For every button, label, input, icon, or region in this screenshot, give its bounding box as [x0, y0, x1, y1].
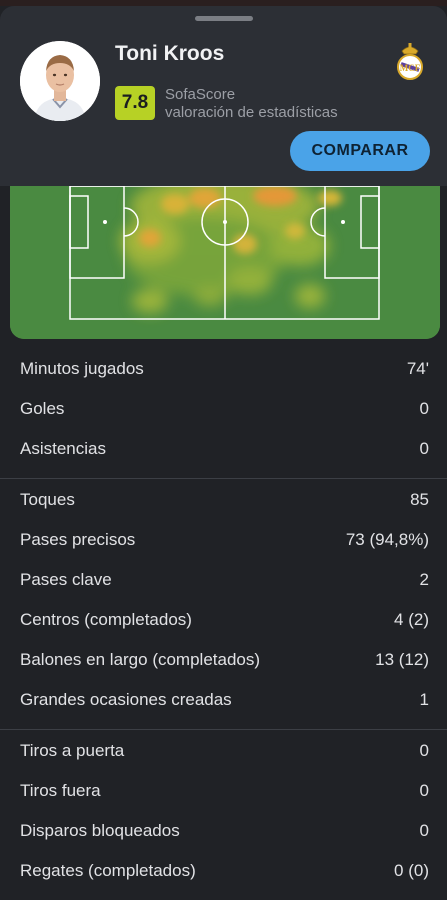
stats-group-passing: Toques 85 Pases precisos 73 (94,8%) Pase…: [0, 479, 447, 730]
stats-group-general: Minutos jugados 74' Goles 0 Asistencias …: [0, 349, 447, 479]
stat-value: 0: [419, 781, 429, 800]
stat-value: 0: [419, 741, 429, 760]
stat-value: 0 (0): [394, 861, 429, 880]
stat-label: Pases precisos: [20, 530, 136, 549]
rating-badge: 7.8: [115, 86, 155, 120]
rating-source: SofaScore valoración de estadísticas: [165, 86, 338, 122]
stat-label: Pases clave: [20, 570, 112, 589]
stat-row-big-chances-created: Grandes ocasiones creadas 1: [0, 680, 447, 720]
stat-value: 0: [419, 821, 429, 840]
stat-value: 0: [419, 439, 429, 458]
stat-value: 73 (94,8%): [345, 530, 429, 549]
stat-row-accurate-passes: Pases precisos 73 (94,8%): [0, 520, 447, 560]
stat-label: Toques: [20, 490, 75, 509]
stat-value: 85: [410, 490, 429, 509]
player-header: Toni Kroos MCF 7.8 SofaScore valoración …: [0, 6, 447, 186]
stats-list: Minutos jugados 74' Goles 0 Asistencias …: [0, 349, 447, 891]
stat-row-minutes: Minutos jugados 74': [0, 349, 447, 389]
stat-row-key-passes: Pases clave 2: [0, 560, 447, 600]
stat-label: Disparos bloqueados: [20, 821, 180, 840]
stat-value: 74': [406, 359, 429, 378]
svg-text:MCF: MCF: [400, 63, 421, 73]
stat-label: Goles: [20, 399, 65, 418]
stat-row-assists: Asistencias 0: [0, 429, 447, 469]
heatmap-pitch: [10, 186, 440, 339]
stat-row-long-balls: Balones en largo (completados) 13 (12): [0, 640, 447, 680]
stat-value: 0: [419, 399, 429, 418]
stats-group-shooting: Tiros a puerta 0 Tiros fuera 0 Disparos …: [0, 730, 447, 891]
stat-label: Regates (completados): [20, 861, 196, 880]
rating-source-name: SofaScore: [165, 86, 236, 103]
player-avatar: [20, 41, 100, 121]
stat-value: 2: [419, 570, 429, 589]
stat-row-touches: Toques 85: [0, 480, 447, 520]
stat-label: Minutos jugados: [20, 359, 144, 378]
stat-value: 1: [419, 690, 429, 709]
stat-row-crosses: Centros (completados) 4 (2): [0, 600, 447, 640]
player-name: Toni Kroos: [115, 42, 225, 65]
rating-source-caption: valoración de estadísticas: [165, 104, 338, 121]
stat-row-shots-on-target: Tiros a puerta 0: [0, 731, 447, 771]
stat-label: Grandes ocasiones creadas: [20, 690, 232, 709]
team-crest-icon[interactable]: MCF: [393, 42, 427, 82]
stat-label: Asistencias: [20, 439, 106, 458]
heatmap: [10, 186, 440, 339]
stat-label: Tiros a puerta: [20, 741, 125, 760]
stat-row-dribbles: Regates (completados) 0 (0): [0, 851, 447, 891]
stat-label: Centros (completados): [20, 610, 192, 629]
player-photo-icon: [20, 41, 100, 121]
compare-button[interactable]: COMPARAR: [290, 131, 430, 171]
stat-value: 13 (12): [375, 650, 429, 669]
stat-row-goals: Goles 0: [0, 389, 447, 429]
stat-label: Tiros fuera: [20, 781, 101, 800]
drag-handle[interactable]: [195, 16, 253, 21]
stat-row-shots-off-target: Tiros fuera 0: [0, 771, 447, 811]
stat-value: 4 (2): [394, 610, 429, 629]
stat-label: Balones en largo (completados): [20, 650, 261, 669]
stat-row-blocked-shots: Disparos bloqueados 0: [0, 811, 447, 851]
